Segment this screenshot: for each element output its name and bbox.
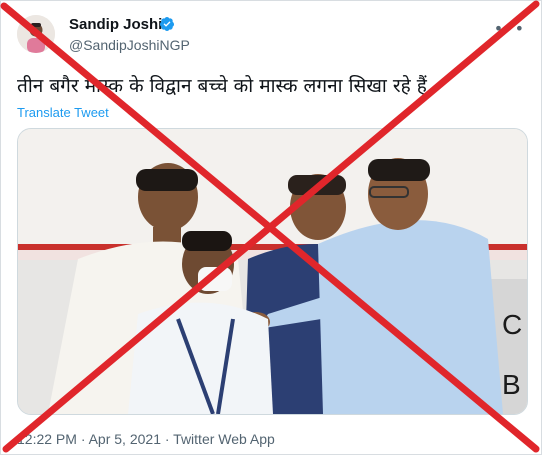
- svg-text:B: B: [502, 369, 521, 400]
- tweet-text: तीन बगैर मास्क के विद्वान बच्चे को मास्क…: [17, 75, 433, 97]
- profile-photo-icon: [17, 15, 55, 53]
- svg-text:C: C: [502, 309, 522, 340]
- photo-image: C B: [18, 129, 527, 414]
- author-handle[interactable]: @SandipJoshiNGP: [69, 37, 190, 53]
- tweet-photo[interactable]: C B: [17, 128, 528, 415]
- tweet-card: Sandip Joshi @SandipJoshiNGP ••• तीन बगै…: [0, 0, 542, 455]
- verified-badge-icon: [160, 17, 175, 31]
- tweet-timestamp[interactable]: 12:22 PM · Apr 5, 2021 · Twitter Web App: [17, 431, 275, 447]
- author-avatar[interactable]: [17, 15, 55, 53]
- author-name[interactable]: Sandip Joshi: [69, 16, 162, 33]
- more-options-icon[interactable]: •••: [494, 19, 525, 38]
- translate-tweet-link[interactable]: Translate Tweet: [17, 105, 109, 120]
